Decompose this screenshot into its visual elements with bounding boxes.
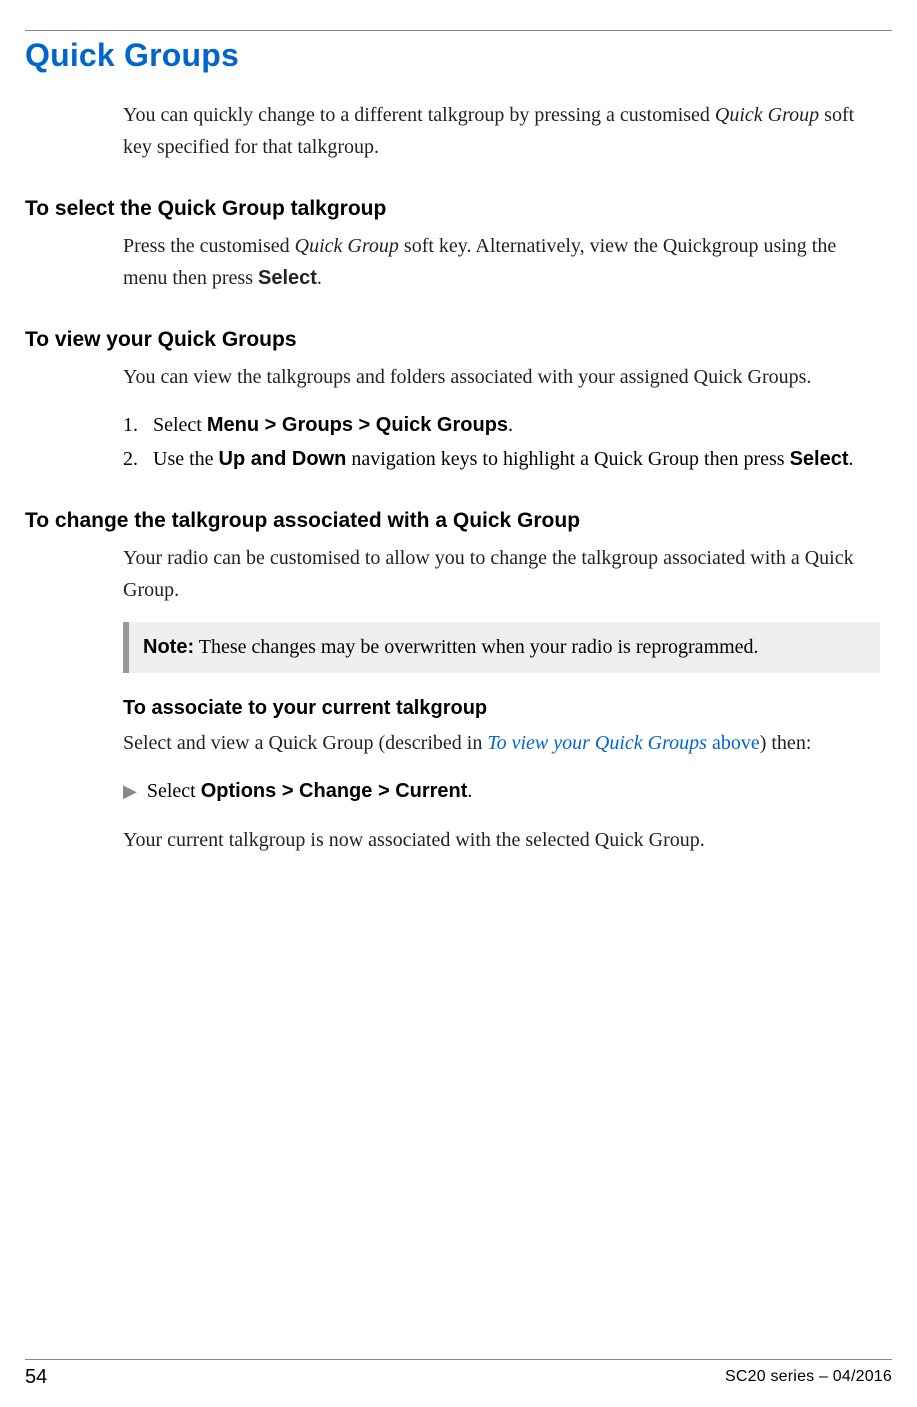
bullet-marker-icon: ▶ xyxy=(123,776,137,807)
note-label: Note: xyxy=(143,636,194,658)
step-2-b: Up and Down xyxy=(219,448,347,470)
step-2-d: Select xyxy=(790,448,849,470)
top-rule xyxy=(25,30,892,31)
document-id: SC20 series – 04/2016 xyxy=(725,1366,892,1389)
step-1: 1. Select Menu > Groups > Quick Groups. xyxy=(123,410,880,441)
section-heading-change: To change the talkgroup associated with … xyxy=(25,509,892,533)
link-view-quick-groups[interactable]: To view your Quick Groups xyxy=(487,732,707,754)
sec3-result: Your current talkgroup is now associated… xyxy=(123,825,880,857)
bullet-content: Select Options > Change > Current. xyxy=(147,776,473,807)
bullet-a: Select xyxy=(147,780,201,802)
step-2-e: . xyxy=(849,448,854,470)
step-1-a: Select xyxy=(153,414,207,436)
step-2-c: navigation keys to highlight a Quick Gro… xyxy=(346,448,789,470)
step-1-b: Menu > Groups > Quick Groups xyxy=(207,414,508,436)
note-text: These changes may be overwritten when yo… xyxy=(194,636,758,658)
section-heading-view: To view your Quick Groups xyxy=(25,328,892,352)
step-1-c: . xyxy=(508,414,513,436)
section-heading-select: To select the Quick Group talkgroup xyxy=(25,197,892,221)
page-number: 54 xyxy=(25,1366,47,1389)
sec1-text-a: Press the customised xyxy=(123,235,295,257)
sec3-sub-p1: Select and view a Quick Group (described… xyxy=(123,728,880,760)
sec1-text-c: . xyxy=(317,267,322,289)
steps-list: 1. Select Menu > Groups > Quick Groups. … xyxy=(123,410,880,475)
page-title: Quick Groups xyxy=(25,37,892,74)
sec1-paragraph: Press the customised Quick Group soft ke… xyxy=(123,231,880,294)
subsection-heading-associate: To associate to your current talkgroup xyxy=(123,697,880,720)
step-1-num: 1. xyxy=(123,410,138,441)
sec1-italic: Quick Group xyxy=(295,235,399,257)
page-footer: 54 SC20 series – 04/2016 xyxy=(25,1359,892,1389)
link-above[interactable]: above xyxy=(707,732,760,754)
step-2-a: Use the xyxy=(153,448,219,470)
sec2-intro: You can view the talkgroups and folders … xyxy=(123,362,880,394)
sec1-bold: Select xyxy=(258,267,317,289)
note-box: Note: These changes may be overwritten w… xyxy=(123,622,880,673)
step-2: 2. Use the Up and Down navigation keys t… xyxy=(123,444,880,475)
step-2-num: 2. xyxy=(123,444,138,475)
bullet-step: ▶ Select Options > Change > Current. xyxy=(123,776,880,807)
intro-italic: Quick Group xyxy=(715,104,819,126)
sec3-sub-p1a: Select and view a Quick Group (described… xyxy=(123,732,487,754)
intro-pre: You can quickly change to a different ta… xyxy=(123,104,715,126)
sec3-intro: Your radio can be customised to allow yo… xyxy=(123,543,880,606)
intro-paragraph: You can quickly change to a different ta… xyxy=(123,100,880,163)
bullet-c: . xyxy=(467,780,472,802)
sec3-sub-p1b: ) then: xyxy=(760,732,812,754)
bullet-b: Options > Change > Current xyxy=(201,780,468,802)
